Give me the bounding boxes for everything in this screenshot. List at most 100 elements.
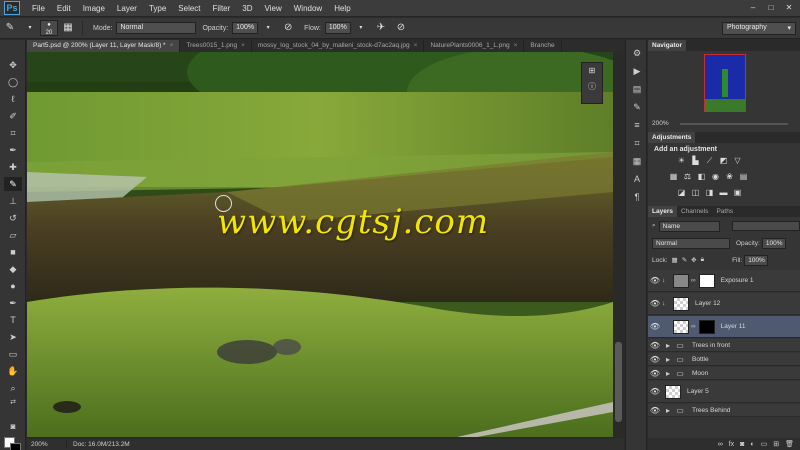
layer-group-row[interactable]: 👁︎ ▸ ▭ Bottle	[648, 353, 800, 366]
menu-layer[interactable]: Layer	[111, 4, 143, 13]
chevron-right-icon[interactable]: ▸	[662, 355, 674, 364]
layer-kind-filter[interactable]: Name	[658, 220, 721, 232]
close-icon[interactable]: ×	[414, 42, 418, 49]
brush-panel-icon[interactable]: ▦	[61, 21, 75, 35]
type-tool-icon[interactable]: T	[4, 313, 22, 327]
levels-icon[interactable]: ▙	[690, 156, 701, 166]
lock-all-icon[interactable]: 🔒︎	[701, 256, 704, 264]
brush-tool-icon[interactable]: ✎	[3, 21, 17, 35]
pressure-size-icon[interactable]: ⊘	[394, 21, 408, 35]
layer-opacity-field[interactable]: 100%	[761, 237, 786, 249]
chevron-right-icon[interactable]: ▸	[662, 369, 674, 378]
chevron-right-icon[interactable]: ▸	[662, 406, 674, 415]
doc-tab-trees[interactable]: Trees0015_1.png ×	[180, 40, 252, 52]
zoom-tool-icon[interactable]: ⌕	[4, 381, 22, 395]
filter-toggle-bar[interactable]	[732, 221, 800, 231]
history-brush-tool-icon[interactable]: ↺	[4, 211, 22, 225]
eraser-tool-icon[interactable]: ▱	[4, 228, 22, 242]
color-lookup-icon[interactable]: ▤	[738, 172, 749, 182]
character-icon[interactable]: A	[629, 172, 645, 186]
lock-transparency-icon[interactable]: ▦	[672, 256, 678, 264]
layer-group-row[interactable]: 👁︎ ▸ ▭ Trees in front	[648, 339, 800, 352]
layer-row[interactable]: 👁︎ ↓ ∞ Exposure 1	[648, 270, 800, 292]
close-icon[interactable]: ×	[514, 42, 518, 49]
lasso-tool-icon[interactable]: ℓ	[4, 92, 22, 106]
hue-saturation-icon[interactable]: ▦	[668, 172, 679, 182]
move-tool-icon[interactable]: ✥	[4, 58, 22, 72]
color-balance-icon[interactable]: ⚖	[682, 172, 693, 182]
chevron-right-icon[interactable]: ▸	[662, 341, 674, 350]
mode-select[interactable]: Normal	[116, 22, 197, 34]
layer-fill-field[interactable]: 100%	[744, 254, 769, 266]
posterize-icon[interactable]: ◫	[690, 188, 701, 198]
tab-navigator[interactable]: Navigator	[648, 40, 686, 51]
scrollbar-thumb[interactable]	[615, 342, 622, 422]
eye-icon[interactable]: 👁︎	[648, 276, 662, 285]
path-select-tool-icon[interactable]: ➤	[4, 330, 22, 344]
layer-group-row[interactable]: 👁︎ ▸ ▭ Moon	[648, 367, 800, 380]
close-button[interactable]: ✕	[782, 2, 796, 14]
navigator-zoom-slider[interactable]	[680, 123, 788, 125]
healing-tool-icon[interactable]: ✚	[4, 160, 22, 174]
brush-presets-icon[interactable]: ✎	[629, 100, 645, 114]
eye-icon[interactable]: 👁︎	[648, 369, 662, 378]
status-zoom[interactable]: 200%	[27, 441, 67, 448]
layer-group-row[interactable]: 👁︎ ▸ ▭ Trees Behind	[648, 404, 800, 417]
layer-row[interactable]: 👁︎ Layer 5	[648, 381, 800, 403]
menu-help[interactable]: Help	[328, 4, 356, 13]
lock-position-icon[interactable]: ✥	[691, 256, 696, 264]
menu-3d[interactable]: 3D	[236, 4, 258, 13]
eye-icon[interactable]: 👁︎	[648, 341, 662, 350]
shape-tool-icon[interactable]: ▭	[4, 347, 22, 361]
menu-edit[interactable]: Edit	[51, 4, 77, 13]
clone-source-icon[interactable]: ≡	[629, 118, 645, 132]
navigator-zoom[interactable]: 200%	[652, 120, 669, 127]
brush-preset-picker[interactable]: ● 20	[40, 20, 58, 36]
menu-image[interactable]: Image	[77, 4, 111, 13]
layer-style-icon[interactable]: fx	[729, 441, 734, 448]
curves-icon[interactable]: ⟋	[704, 156, 715, 166]
channel-mixer-icon[interactable]: ❀	[724, 172, 735, 182]
link-layers-icon[interactable]: ∞	[718, 441, 723, 448]
close-icon[interactable]: ×	[170, 42, 174, 49]
new-adjustment-icon[interactable]: ◐	[750, 441, 754, 448]
pen-tool-icon[interactable]: ✒	[4, 296, 22, 310]
menu-select[interactable]: Select	[172, 4, 206, 13]
trash-icon[interactable]: 🗑︎	[785, 440, 794, 448]
history-icon[interactable]: ⚙	[629, 46, 645, 60]
layer-row[interactable]: 👁︎ ↓ Layer 12	[648, 293, 800, 315]
brightness-icon[interactable]: ☀	[676, 156, 687, 166]
threshold-icon[interactable]: ◨	[704, 188, 715, 198]
menu-type[interactable]: Type	[143, 4, 172, 13]
navigator-thumbnail[interactable]	[704, 54, 746, 112]
swatches-icon[interactable]: ▦	[629, 154, 645, 168]
menu-window[interactable]: Window	[288, 4, 328, 13]
info-panel-icon[interactable]: ⊞	[582, 66, 602, 75]
eye-icon[interactable]: 👁︎	[648, 355, 662, 364]
info-icon[interactable]: ⓘ	[582, 81, 602, 92]
eye-icon[interactable]: 👁︎	[648, 299, 662, 308]
eye-icon[interactable]: 👁︎	[648, 322, 662, 331]
eyedropper-tool-icon[interactable]: ✒	[4, 143, 22, 157]
pressure-opacity-icon[interactable]: ⊘	[281, 21, 295, 35]
opacity-field[interactable]: 100%	[232, 22, 259, 34]
gradient-tool-icon[interactable]: ■	[4, 245, 22, 259]
hand-tool-icon[interactable]: ✋	[4, 364, 22, 378]
brush-tool-icon[interactable]: ✎	[4, 177, 22, 191]
document-canvas[interactable]: www.cgtsj.com ⊞ ⓘ	[27, 52, 613, 437]
doc-tab-nature-plants[interactable]: NaturePlants0006_1_L.png ×	[424, 40, 525, 52]
tool-presets-icon[interactable]: ⌗	[629, 136, 645, 150]
paragraph-icon[interactable]: ¶	[629, 190, 645, 204]
add-mask-icon[interactable]: ◙	[740, 441, 744, 448]
actions-icon[interactable]: ▶	[629, 64, 645, 78]
tab-channels[interactable]: Channels	[677, 206, 712, 217]
vertical-scrollbar[interactable]	[613, 52, 624, 437]
airbrush-icon[interactable]: ✈	[374, 21, 388, 35]
doc-tab-branche[interactable]: Branche	[524, 40, 562, 52]
new-layer-icon[interactable]: ⊞	[773, 440, 779, 448]
selective-color-icon[interactable]: ▣	[732, 188, 743, 198]
workspace-select[interactable]: Photography ▾	[722, 22, 796, 35]
photo-filter-icon[interactable]: ◉	[710, 172, 721, 182]
black-white-icon[interactable]: ◧	[696, 172, 707, 182]
eye-icon[interactable]: 👁︎	[648, 387, 662, 396]
